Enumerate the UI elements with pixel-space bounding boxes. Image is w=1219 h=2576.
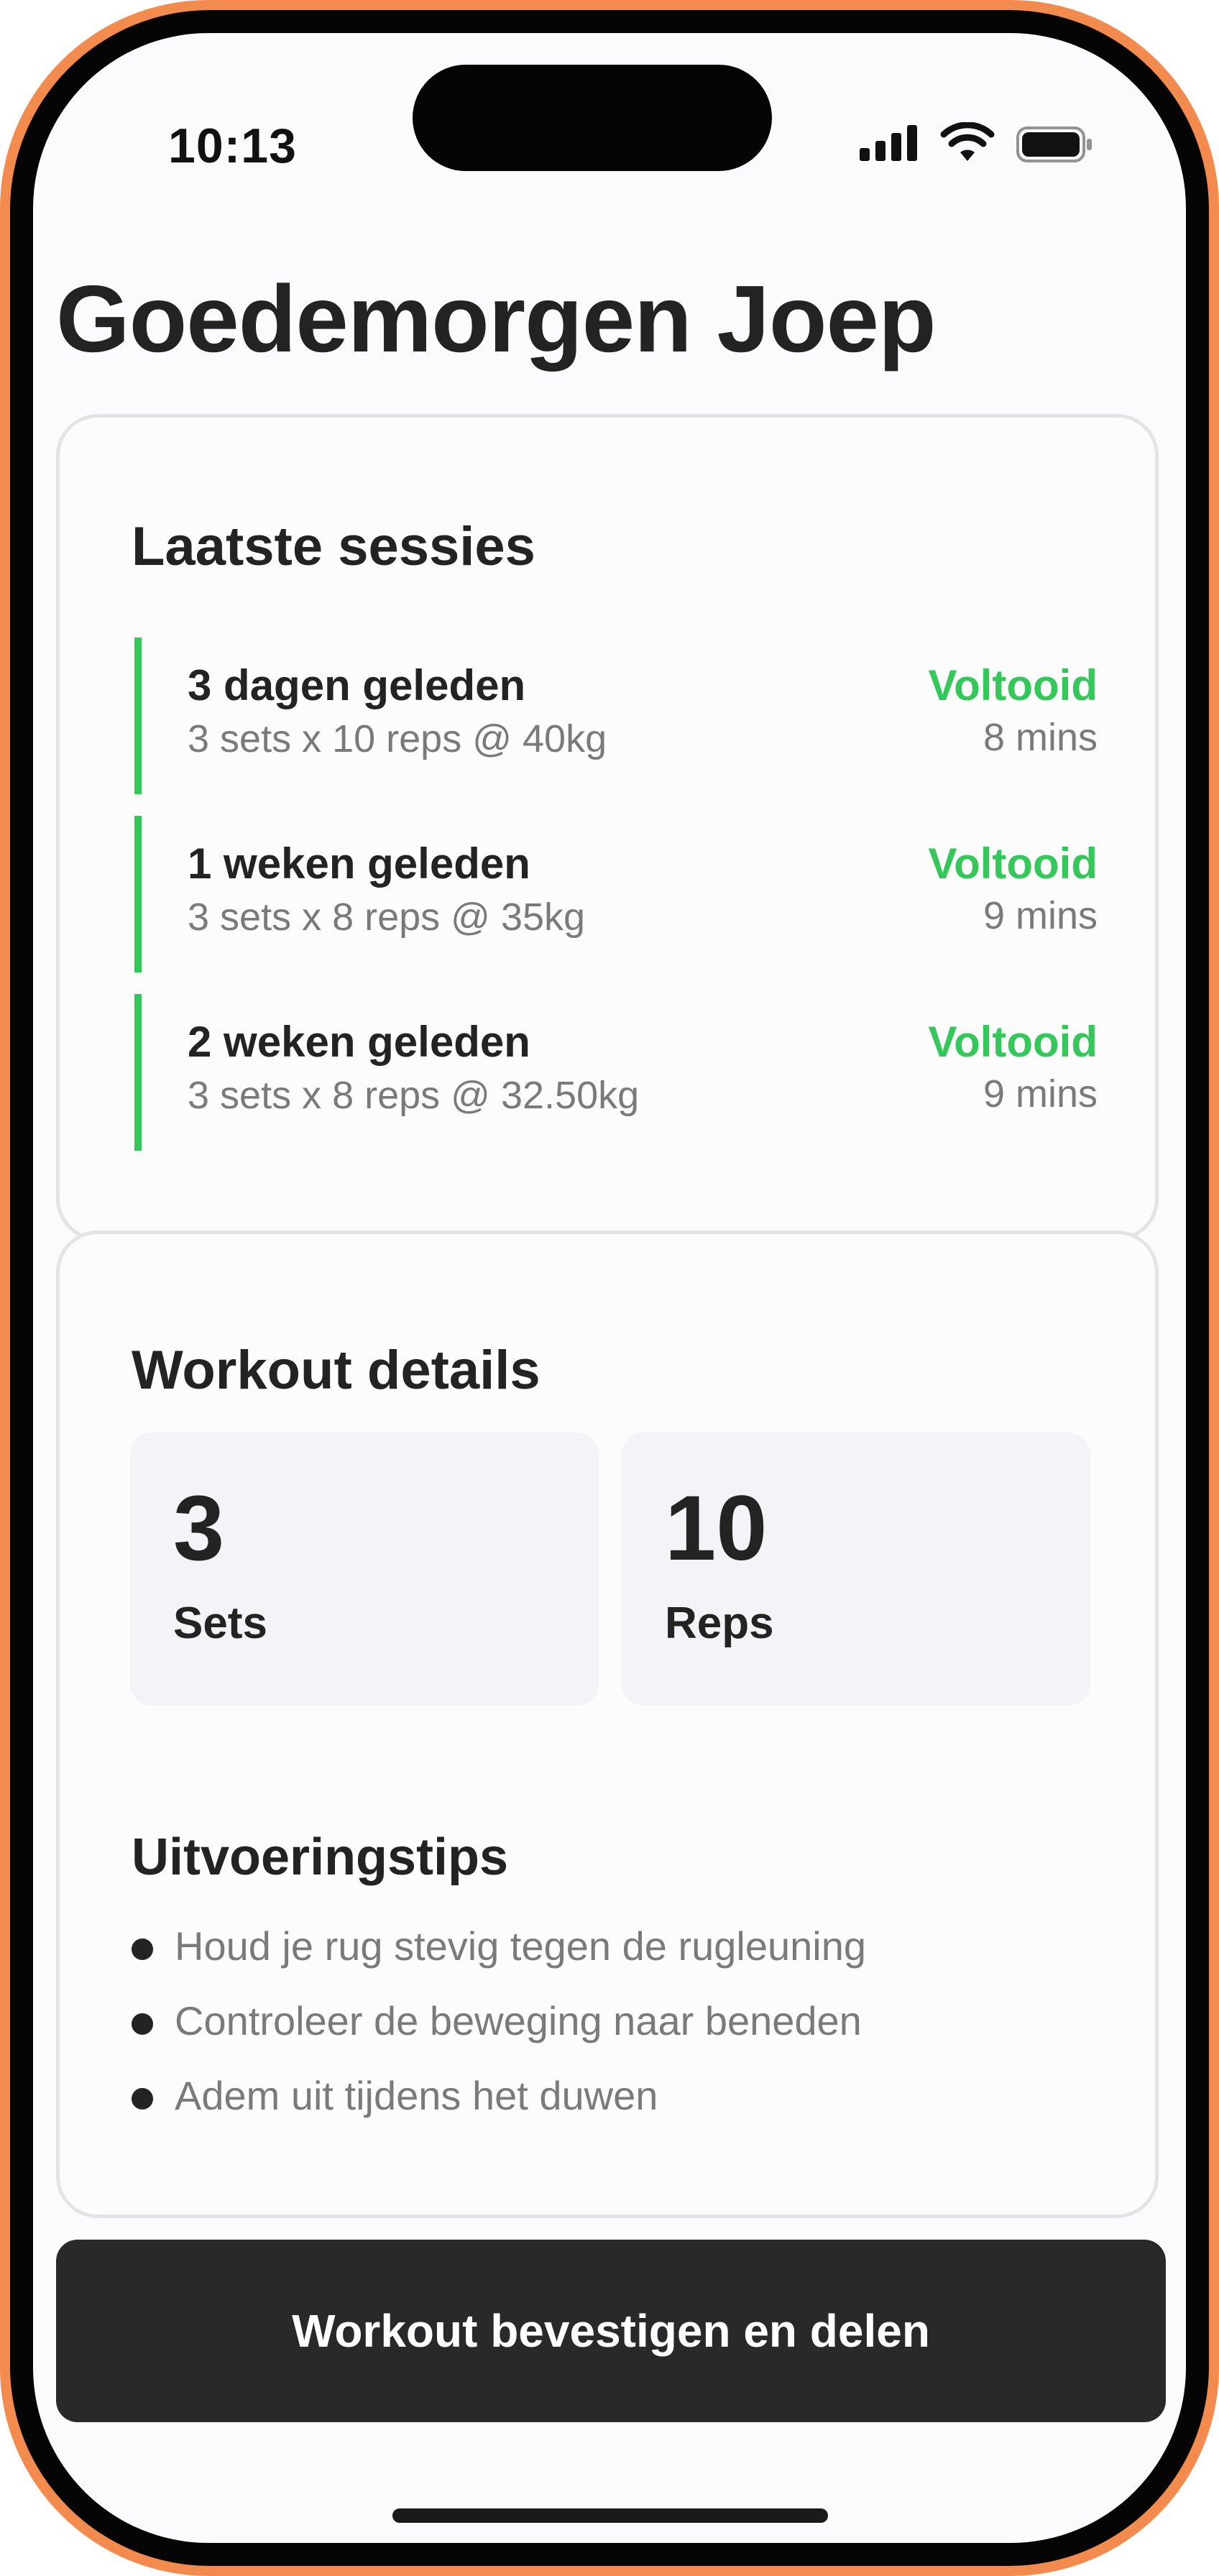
page-title: Goedemorgen Joep <box>56 266 937 372</box>
sets-label: Sets <box>173 1598 267 1648</box>
recent-sessions-card: Laatste sessies 3 dagen geleden 3 sets x… <box>56 414 1159 1241</box>
home-indicator[interactable] <box>392 2508 828 2523</box>
tip-item: Houd je rug stevig tegen de rugleuning <box>132 1915 1087 1990</box>
session-item[interactable]: 1 weken geleden 3 sets x 8 reps @ 35kg V… <box>134 816 1098 972</box>
session-when: 3 dagen geleden <box>188 661 526 709</box>
tip-text: Controleer de beweging naar beneden <box>175 1998 862 2043</box>
tip-item: Adem uit tijdens het duwen <box>132 2065 1087 2140</box>
session-item[interactable]: 3 dagen geleden 3 sets x 10 reps @ 40kg … <box>134 638 1098 794</box>
battery-icon <box>1016 126 1092 162</box>
bullet-icon <box>132 2088 153 2110</box>
session-when: 1 weken geleden <box>188 840 530 888</box>
app-screen: 10:13 Goedemorgen Joep Laatste sessies 3… <box>33 33 1186 2543</box>
tips-list: Houd je rug stevig tegen de rugleuning C… <box>132 1915 1087 2140</box>
reps-label: Reps <box>665 1598 774 1648</box>
session-when: 2 weken geleden <box>188 1018 530 1066</box>
session-detail: 3 sets x 8 reps @ 32.50kg <box>188 1074 640 1117</box>
bullet-icon <box>132 2013 153 2035</box>
session-duration: 9 mins <box>983 894 1098 937</box>
session-detail: 3 sets x 10 reps @ 40kg <box>188 717 607 760</box>
session-duration: 9 mins <box>983 1072 1098 1116</box>
reps-stat-tile: 10 Reps <box>622 1432 1090 1706</box>
sets-stat-tile: 3 Sets <box>130 1432 599 1706</box>
reps-value: 10 <box>665 1477 768 1580</box>
tip-item: Controleer de beweging naar beneden <box>132 1990 1087 2065</box>
wifi-icon <box>940 122 995 161</box>
dynamic-island <box>413 65 772 171</box>
tip-text: Houd je rug stevig tegen de rugleuning <box>175 1923 867 1969</box>
session-status: Voltooid <box>928 661 1098 709</box>
sets-value: 3 <box>173 1477 225 1580</box>
recent-sessions-title: Laatste sessies <box>132 516 535 577</box>
workout-details-title: Workout details <box>132 1340 540 1401</box>
session-item[interactable]: 2 weken geleden 3 sets x 8 reps @ 32.50k… <box>134 994 1098 1151</box>
signal-icon <box>860 125 917 161</box>
session-status-bar <box>134 638 142 794</box>
session-duration: 8 mins <box>983 716 1098 759</box>
session-status-bar <box>134 994 142 1151</box>
status-time: 10:13 <box>168 119 297 173</box>
session-status: Voltooid <box>928 1018 1098 1066</box>
tip-text: Adem uit tijdens het duwen <box>175 2073 658 2118</box>
session-status: Voltooid <box>928 840 1098 888</box>
confirm-share-button[interactable]: Workout bevestigen en delen <box>56 2240 1166 2422</box>
tips-title: Uitvoeringstips <box>132 1828 509 1886</box>
session-detail: 3 sets x 8 reps @ 35kg <box>188 896 586 939</box>
workout-details-card: Workout details 3 Sets 10 Reps Uitvoerin… <box>56 1230 1159 2218</box>
bullet-icon <box>132 1938 153 1960</box>
session-status-bar <box>134 816 142 972</box>
